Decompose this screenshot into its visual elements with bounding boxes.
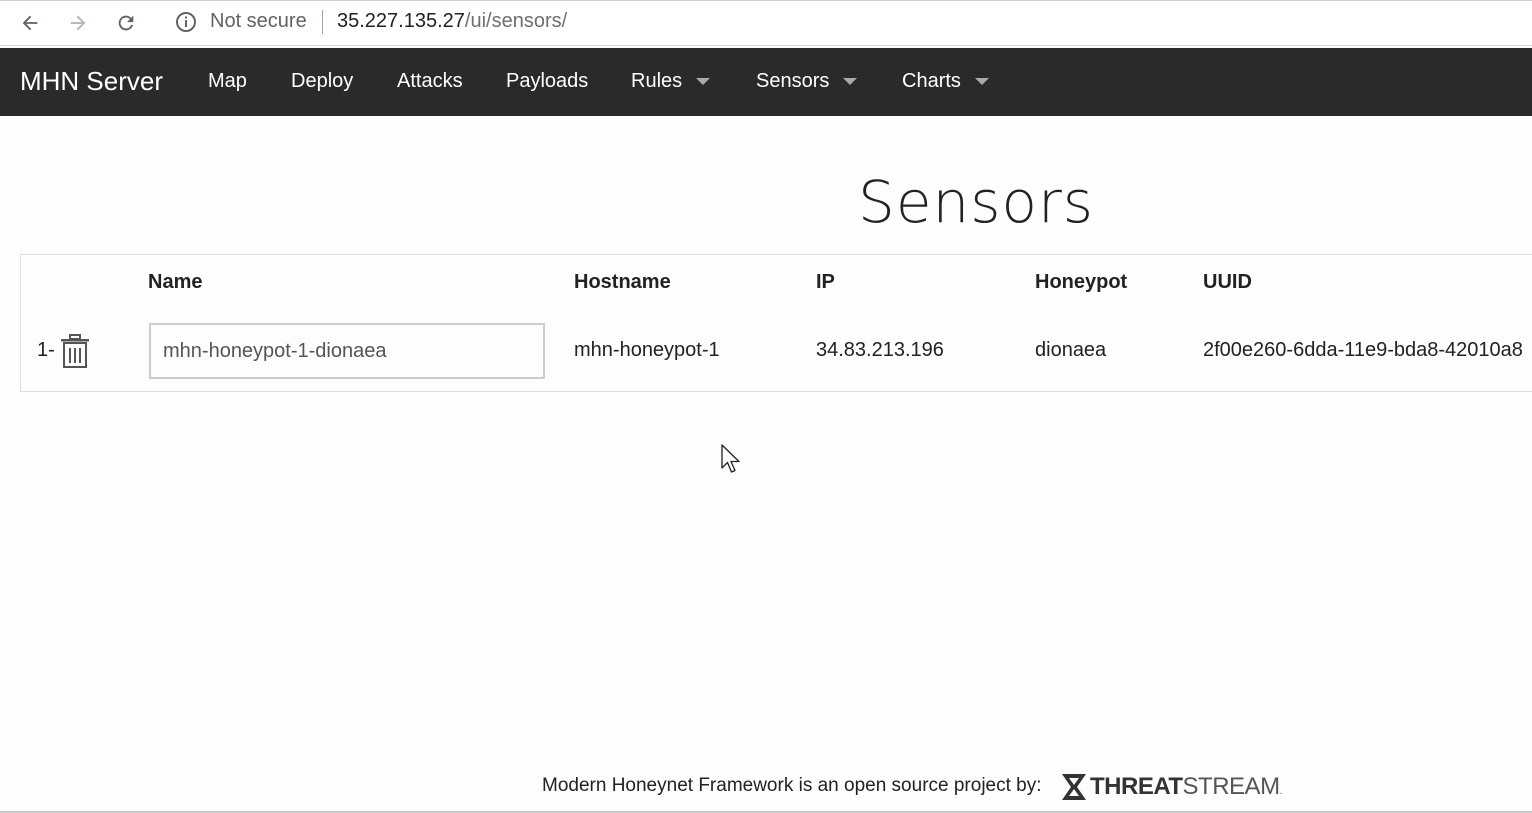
sensor-ip: 34.83.213.196 bbox=[816, 339, 944, 361]
security-status-label[interactable]: Not secure bbox=[210, 10, 307, 33]
nav-item-label: Rules bbox=[631, 70, 683, 92]
column-header-uuid: UUID bbox=[1203, 271, 1252, 293]
reload-button[interactable] bbox=[110, 7, 142, 39]
address-bar[interactable]: 35.227.135.27/ui/sensors/ bbox=[337, 10, 567, 33]
sensor-uuid: 2f00e260-6dda-11e9-bda8-42010a8 bbox=[1203, 339, 1523, 361]
arrow-right-icon bbox=[70, 15, 86, 31]
sensor-honeypot: dionaea bbox=[1035, 339, 1107, 361]
threatstream-x-icon bbox=[1062, 774, 1086, 800]
page-title: Sensors bbox=[858, 168, 1095, 236]
brand-link[interactable]: MHN Server bbox=[20, 66, 163, 97]
logo-wordmark: THREATSTREAM. bbox=[1090, 773, 1282, 800]
url-host: 35.227.135.27 bbox=[337, 10, 465, 32]
threatstream-logo[interactable]: THREATSTREAM. bbox=[1060, 772, 1282, 802]
nav-item-label: Map bbox=[208, 70, 247, 92]
sensor-name-input[interactable] bbox=[149, 323, 545, 379]
address-separator bbox=[322, 10, 323, 34]
column-header-name: Name bbox=[148, 271, 203, 293]
nav-item-deploy[interactable]: Deploy bbox=[291, 70, 353, 93]
sensors-table: Name Hostname IP Honeypot UUID 1- mhn-ho… bbox=[20, 254, 1532, 392]
trash-icon[interactable] bbox=[59, 333, 91, 369]
browser-toolbar: Not secure 35.227.135.27/ui/sensors/ bbox=[0, 0, 1532, 46]
nav-item-label: Charts bbox=[902, 70, 961, 92]
nav-item-label: Attacks bbox=[397, 70, 463, 92]
nav-item-payloads[interactable]: Payloads bbox=[506, 70, 588, 93]
caret-down-icon bbox=[696, 78, 711, 86]
nav-item-map[interactable]: Map bbox=[208, 70, 247, 93]
nav-item-label: Sensors bbox=[756, 70, 830, 92]
info-icon[interactable] bbox=[174, 10, 198, 34]
column-header-hostname: Hostname bbox=[574, 271, 671, 293]
nav-item-label: Deploy bbox=[291, 70, 354, 92]
mouse-cursor-icon bbox=[721, 444, 740, 473]
column-header-ip: IP bbox=[816, 271, 835, 293]
nav-item-charts[interactable]: Charts bbox=[902, 70, 989, 93]
caret-down-icon bbox=[843, 78, 858, 86]
nav-item-rules[interactable]: Rules bbox=[631, 70, 711, 93]
nav-item-attacks[interactable]: Attacks bbox=[397, 70, 463, 93]
row-index: 1- bbox=[37, 339, 55, 361]
url-path: /ui/sensors/ bbox=[464, 10, 568, 32]
caret-down-icon bbox=[974, 78, 989, 86]
arrow-left-icon bbox=[22, 15, 38, 31]
sensor-hostname: mhn-honeypot-1 bbox=[574, 339, 720, 361]
main-navbar: MHN Server Map Deploy Attacks Payloads R… bbox=[0, 48, 1532, 116]
nav-item-label: Payloads bbox=[506, 70, 589, 92]
column-header-honeypot: Honeypot bbox=[1035, 271, 1128, 293]
forward-button[interactable] bbox=[62, 7, 94, 39]
footer-text: Modern Honeynet Framework is an open sou… bbox=[542, 775, 1042, 796]
nav-item-sensors[interactable]: Sensors bbox=[756, 70, 858, 93]
reload-icon bbox=[118, 15, 134, 31]
back-button[interactable] bbox=[14, 7, 46, 39]
